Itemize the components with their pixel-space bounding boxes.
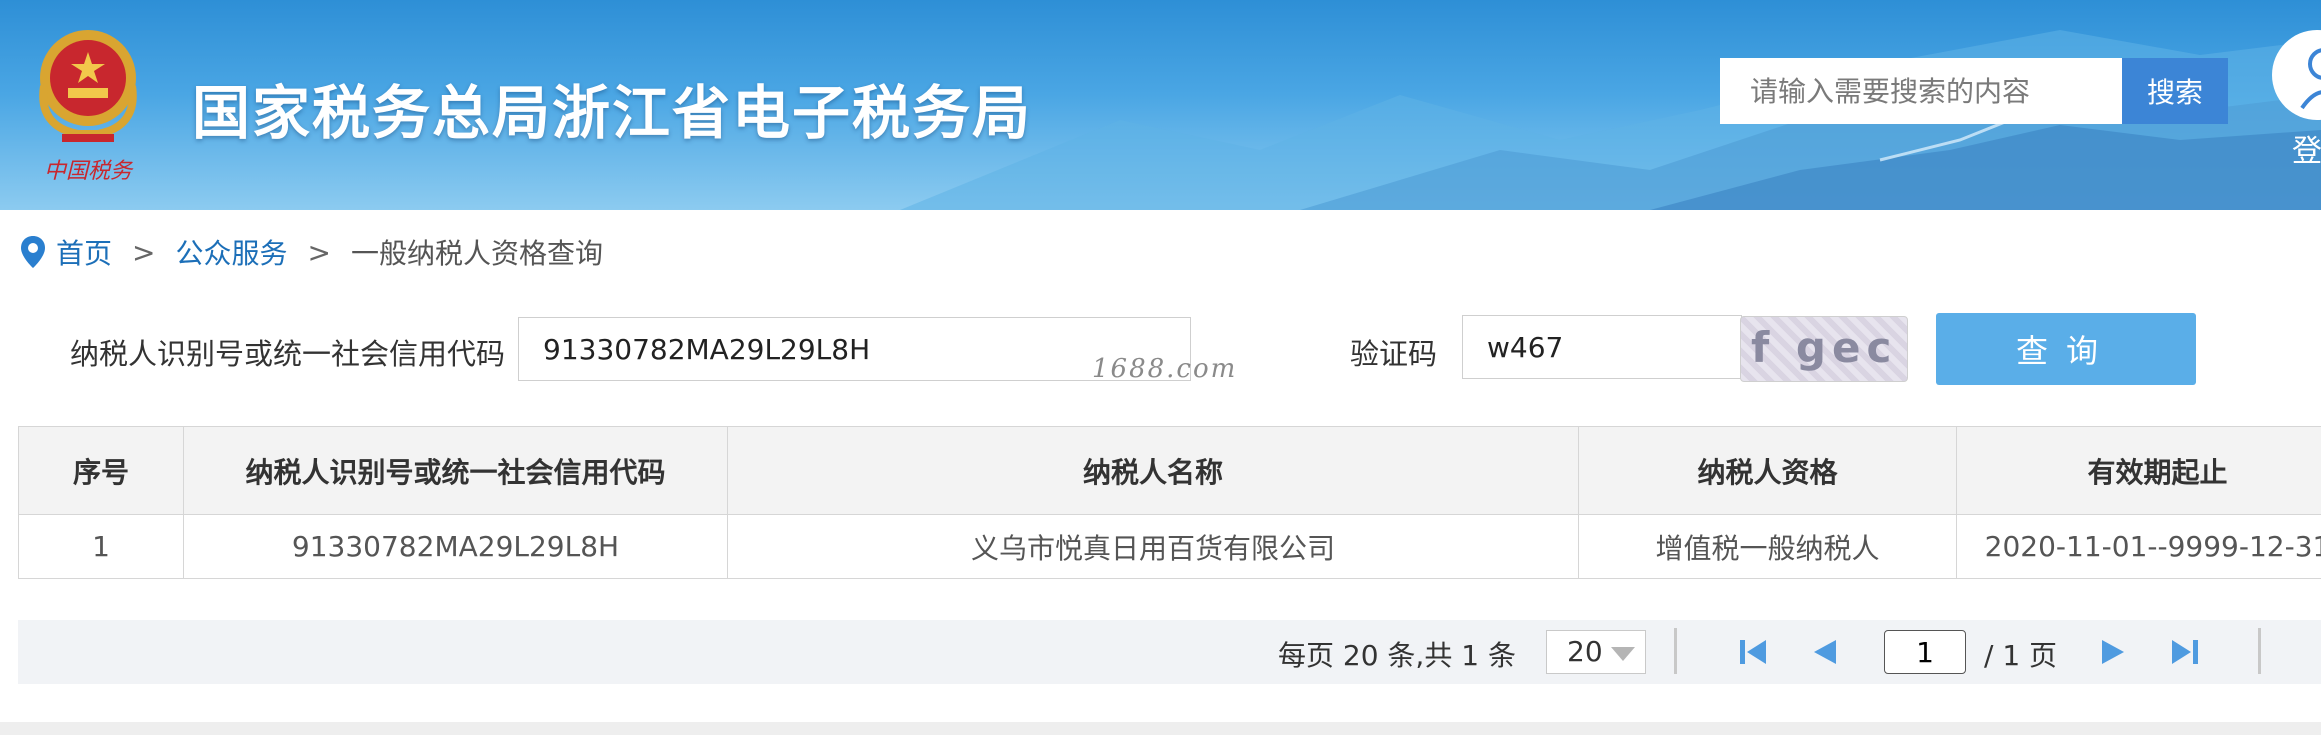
breadcrumb-separator: > <box>307 235 331 269</box>
column-header: 序号 <box>18 426 184 515</box>
table-header-row: 序号 纳税人识别号或统一社会信用代码 纳税人名称 纳税人资格 有效期起止 <box>18 426 2321 515</box>
pager-divider <box>2258 628 2261 674</box>
prev-page-icon[interactable] <box>1808 636 1842 668</box>
captcha-image-text: f gec <box>1751 323 1898 372</box>
login-link[interactable]: 登 <box>2292 126 2321 170</box>
table-cell: 2020-11-01--9999-12-31 <box>1956 514 2321 579</box>
emblem-caption: 中国税务 <box>44 159 134 184</box>
breadcrumb: 首页 > 公众服务 > 一般纳税人资格查询 <box>20 232 603 272</box>
breadcrumb-separator: > <box>132 235 156 269</box>
table-cell: 增值税一般纳税人 <box>1578 514 1957 579</box>
column-header: 纳税人名称 <box>727 426 1579 515</box>
total-pages: / 1 页 <box>1984 639 2058 672</box>
results-table: 序号 纳税人识别号或统一社会信用代码 纳税人名称 纳税人资格 有效期起止 1 9… <box>18 426 2321 579</box>
captcha-image[interactable]: f gec <box>1740 316 1908 382</box>
breadcrumb-home-link[interactable]: 首页 <box>56 232 112 272</box>
captcha-label: 验证码 <box>1350 337 1438 371</box>
taxpayer-id-label: 纳税人识别号或统一社会信用代码 <box>70 337 506 371</box>
table-cell: 91330782MA29L29L8H <box>183 514 728 579</box>
column-header: 有效期起止 <box>1956 426 2321 515</box>
page-size-select[interactable]: 20 <box>1546 630 1646 674</box>
query-button[interactable]: 查询 <box>1936 313 2196 385</box>
first-page-icon[interactable] <box>1736 636 1770 668</box>
table-cell: 义乌市悦真日用百货有限公司 <box>727 514 1579 579</box>
breadcrumb-section-link[interactable]: 公众服务 <box>175 232 287 272</box>
site-header: 中国税务 国家税务总局浙江省电子税务局 搜索 登 <box>0 0 2321 210</box>
location-pin-icon <box>21 236 45 268</box>
pagination-summary: 每页 20 条,共 1 条 <box>1278 639 1516 672</box>
next-page-icon[interactable] <box>2096 636 2130 668</box>
last-page-icon[interactable] <box>2168 636 2202 668</box>
user-avatar-icon[interactable] <box>2272 30 2321 120</box>
captcha-input[interactable] <box>1462 315 1742 379</box>
table-cell: 1 <box>18 514 184 579</box>
pager-divider <box>1674 628 1677 674</box>
current-page-input[interactable] <box>1884 630 1966 674</box>
caret-down-icon <box>1611 647 1635 661</box>
column-header: 纳税人识别号或统一社会信用代码 <box>183 426 728 515</box>
site-title: 国家税务总局浙江省电子税务局 <box>192 79 1033 147</box>
site-search-input[interactable] <box>1720 58 2122 124</box>
site-search-button[interactable]: 搜索 <box>2122 58 2228 124</box>
table-row: 1 91330782MA29L29L8H 义乌市悦真日用百货有限公司 增值税一般… <box>18 514 2321 579</box>
national-emblem-icon: 中国税务 <box>39 30 137 184</box>
column-header: 纳税人资格 <box>1578 426 1957 515</box>
page-footer-strip <box>0 722 2321 735</box>
page-size-value: 20 <box>1567 635 1603 668</box>
taxpayer-id-input[interactable] <box>518 317 1191 381</box>
watermark: 1688.com <box>1092 354 1238 384</box>
pagination-bar: 每页 20 条,共 1 条 20 / 1 页 <box>18 620 2321 684</box>
breadcrumb-current: 一般纳税人资格查询 <box>350 237 603 270</box>
